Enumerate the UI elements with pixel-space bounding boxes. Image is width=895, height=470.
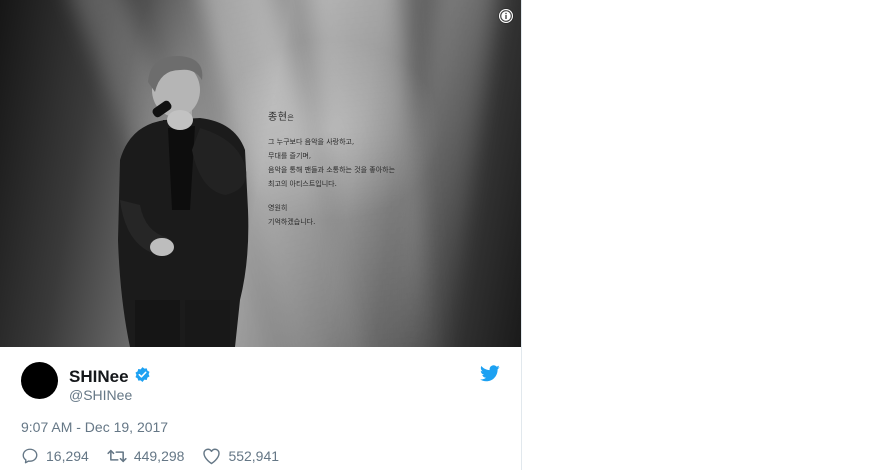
verified-badge-icon bbox=[134, 366, 151, 388]
tribute-name: 종현 bbox=[268, 112, 288, 123]
like-count: 552,941 bbox=[228, 448, 280, 464]
author-username[interactable]: @SHINee bbox=[69, 387, 132, 403]
tweet-actions: 16,294 449,298 552,941 bbox=[21, 447, 297, 465]
tribute-closing-line: 영원히 bbox=[268, 204, 288, 212]
reply-count: 16,294 bbox=[46, 448, 89, 464]
tribute-heading: 종현은 bbox=[268, 108, 498, 123]
info-icon[interactable] bbox=[499, 9, 513, 23]
tribute-line: 음악을 통해 팬들과 소통하는 것을 좋아하는 bbox=[268, 166, 396, 174]
tweet-timestamp[interactable]: 9:07 AM - Dec 19, 2017 bbox=[21, 419, 168, 435]
avatar[interactable] bbox=[21, 362, 58, 399]
tribute-line: 최고의 아티스트입니다. bbox=[268, 180, 337, 188]
embedded-tweet: 종현은 그 누구보다 음악을 사랑하고, 무대를 즐기며, 음악을 통해 팬들과… bbox=[0, 0, 522, 470]
display-name-text: SHINee bbox=[69, 367, 129, 386]
retweet-count: 449,298 bbox=[133, 448, 185, 464]
twitter-bird-icon[interactable] bbox=[480, 365, 500, 387]
heart-icon bbox=[203, 448, 221, 465]
like-button[interactable]: 552,941 bbox=[202, 447, 279, 465]
tweet-photo[interactable]: 종현은 그 누구보다 음악을 사랑하고, 무대를 즐기며, 음악을 통해 팬들과… bbox=[0, 0, 521, 347]
reply-button[interactable]: 16,294 bbox=[21, 447, 89, 465]
tribute-line: 그 누구보다 음악을 사랑하고, bbox=[268, 138, 355, 146]
tribute-text: 종현은 그 누구보다 음악을 사랑하고, 무대를 즐기며, 음악을 통해 팬들과… bbox=[268, 108, 498, 229]
tribute-name-suffix: 은 bbox=[287, 114, 295, 122]
reply-icon bbox=[22, 448, 38, 464]
retweet-icon bbox=[107, 449, 127, 463]
tweet-author: SHINee @SHINee bbox=[21, 362, 501, 403]
retweet-button[interactable]: 449,298 bbox=[107, 447, 185, 465]
tribute-closing-line: 기억하겠습니다. bbox=[268, 218, 316, 226]
author-display-name[interactable]: SHINee bbox=[69, 366, 151, 388]
tribute-line: 무대를 즐기며, bbox=[268, 152, 312, 160]
